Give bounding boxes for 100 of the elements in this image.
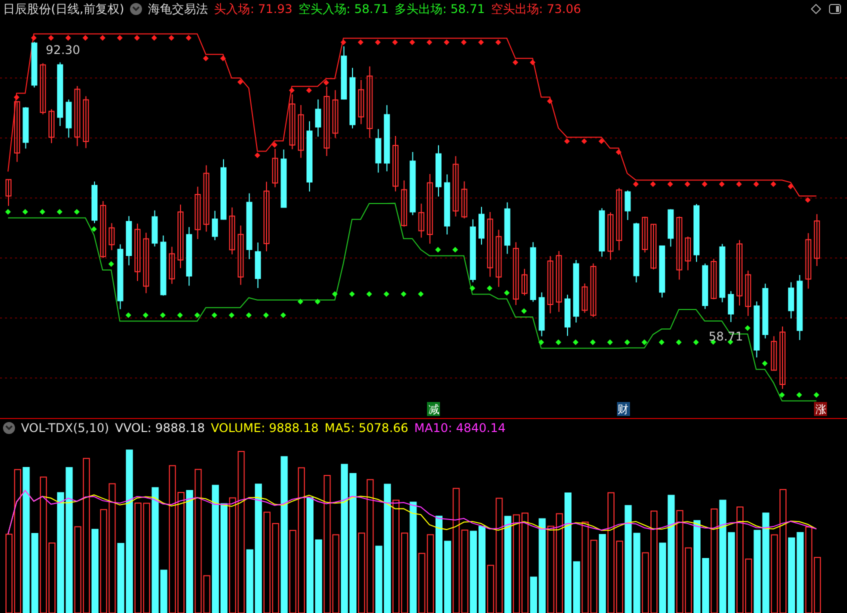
candlestick — [6, 179, 12, 206]
candlestick — [14, 100, 20, 162]
candlestick — [66, 99, 72, 138]
candlestick — [556, 250, 562, 312]
candlestick — [608, 212, 614, 260]
candlestick — [487, 212, 494, 278]
candlestick — [392, 136, 398, 192]
candlestick — [710, 258, 717, 300]
candlestick — [48, 108, 54, 144]
candlestick — [152, 210, 158, 247]
candlestick — [340, 46, 347, 100]
indicator-value: 头入场: 71.93 — [214, 0, 292, 18]
candlestick — [100, 200, 106, 258]
candlestick — [582, 283, 588, 314]
candlestick — [40, 62, 46, 115]
candlestick — [280, 149, 287, 208]
candlestick — [694, 203, 700, 262]
indicator-name: 海龟交易法 — [148, 0, 208, 18]
candlestick — [590, 262, 596, 318]
candlestick — [160, 235, 166, 296]
candlestick — [194, 186, 201, 240]
candlestick — [74, 86, 80, 147]
candlestick — [770, 336, 777, 372]
candlestick — [461, 180, 468, 219]
candlestick — [186, 226, 192, 286]
candlestick — [82, 96, 89, 149]
candlestick — [238, 225, 244, 286]
high-price-label: 92.30 — [46, 42, 80, 57]
candlestick — [684, 236, 691, 271]
indicator-value: VOLUME: 9888.18 — [210, 420, 319, 434]
candlestick — [358, 79, 364, 125]
indicator-value: MA5: 5078.66 — [324, 420, 408, 434]
low-price-label: 58.71 — [708, 329, 743, 344]
candlestick — [598, 208, 605, 258]
candlestick — [143, 232, 150, 294]
candlestick — [31, 41, 38, 88]
candlestick — [478, 206, 484, 246]
candlestick — [452, 156, 459, 217]
candlestick — [418, 203, 424, 238]
event-marker[interactable]: 财 — [616, 402, 630, 416]
candlestick — [401, 180, 408, 228]
candlestick — [538, 292, 545, 337]
candlestick — [178, 204, 184, 269]
indicator-value: VVOL: 9888.18 — [115, 420, 205, 434]
event-marker[interactable]: 减 — [427, 402, 440, 416]
indicator-name: VOL-TDX(5,10) — [21, 420, 110, 434]
candlestick — [736, 240, 742, 306]
candlestick — [676, 216, 682, 280]
candlestick — [668, 208, 674, 248]
candlestick — [616, 188, 622, 251]
candlestick — [384, 104, 390, 172]
panel-toggle-icon[interactable] — [829, 4, 841, 14]
candlestick — [134, 223, 140, 282]
indicator-value: 多头出场: 58.71 — [394, 0, 485, 18]
candlestick — [272, 148, 278, 188]
candlestick — [264, 181, 270, 252]
candlestick — [220, 158, 226, 220]
candlestick — [530, 242, 536, 302]
candlestick — [324, 86, 330, 156]
candlestick — [254, 242, 261, 289]
candlestick — [117, 244, 124, 310]
candlestick — [229, 206, 236, 255]
candlestick — [22, 106, 29, 150]
candlestick — [719, 243, 726, 303]
candlestick — [624, 190, 631, 220]
candlestick — [108, 222, 115, 251]
event-marker[interactable]: 涨 — [814, 402, 828, 416]
candlestick — [573, 260, 580, 324]
candlestick — [246, 192, 252, 260]
candlestick — [470, 218, 476, 283]
candlestick — [788, 282, 794, 319]
candlestick — [203, 164, 210, 232]
candlestick — [547, 256, 554, 314]
indicator-value: MA10: 4840.14 — [414, 420, 506, 434]
candlestick — [289, 94, 296, 150]
indicator-value: 空头出场: 73.06 — [490, 0, 582, 18]
candlestick — [745, 270, 752, 316]
candlestick — [168, 246, 175, 284]
candlestick — [633, 222, 640, 283]
candlestick — [350, 67, 356, 129]
candlestick — [92, 180, 98, 224]
candlestick — [780, 326, 786, 390]
candlestick — [659, 245, 666, 298]
dropdown-icon[interactable] — [130, 3, 142, 15]
candlestick — [564, 294, 570, 336]
dropdown-icon[interactable] — [3, 422, 15, 434]
candlestick — [436, 144, 442, 197]
diamond-icon[interactable] — [811, 4, 821, 14]
candlestick — [728, 290, 734, 323]
candlestick — [650, 224, 656, 270]
candlestick — [762, 283, 768, 339]
stock-title: 日辰股份(日线,前复权) — [3, 0, 124, 18]
candlestick — [332, 90, 338, 138]
candlestick — [512, 242, 519, 306]
candlestick — [57, 62, 64, 126]
candlestick — [504, 202, 510, 254]
candlestick — [212, 210, 218, 241]
candlestick — [496, 229, 502, 288]
candlestick — [426, 174, 433, 244]
candlestick — [306, 120, 312, 192]
